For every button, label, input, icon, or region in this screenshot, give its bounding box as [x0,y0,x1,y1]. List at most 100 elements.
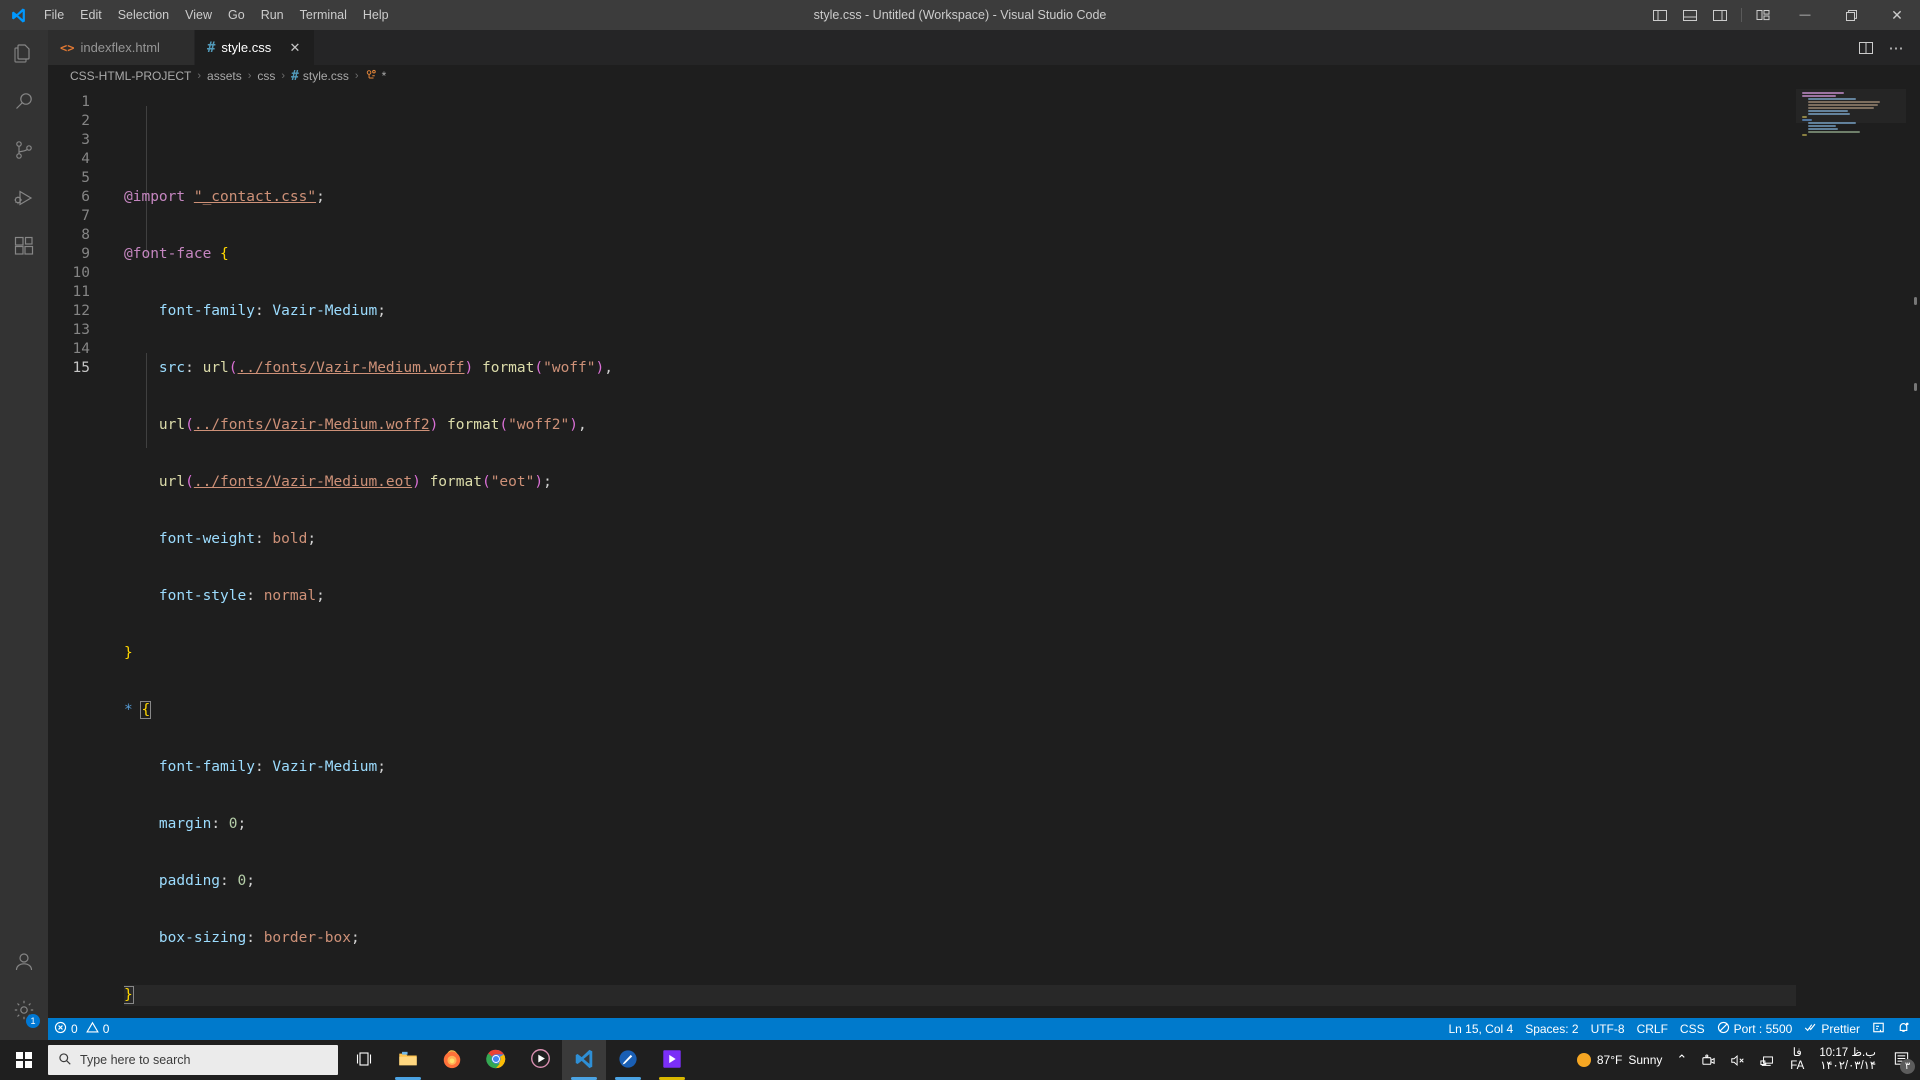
code-line[interactable]: url(../fonts/Vazir-Medium.eot) format("e… [124,473,1796,492]
editor-group: <> indexflex.html ✕ # style.css ✕ ⋯ CSS-… [48,30,1920,1040]
task-view-button[interactable] [342,1040,386,1080]
status-remote-tunnel[interactable] [1866,1018,1891,1040]
tab-style-css[interactable]: # style.css ✕ [194,30,315,65]
toggle-primary-sidebar-icon[interactable] [1647,0,1673,30]
breadcrumb-segment-project[interactable]: CSS-HTML-PROJECT [68,69,193,83]
show-hidden-icons-button[interactable]: ⌃ [1669,1040,1694,1080]
status-editor-position[interactable]: Ln 15, Col 4 [1442,1018,1519,1040]
taskbar-search-input[interactable]: Type here to search [48,1045,338,1075]
status-notifications[interactable] [1891,1018,1916,1040]
editor-vertical-scrollbar[interactable] [1906,87,1920,1018]
folder-icon [397,1048,419,1073]
menu-go[interactable]: Go [220,5,253,25]
customize-layout-icon[interactable] [1750,0,1776,30]
menu-run[interactable]: Run [253,5,292,25]
sidebar-item-run-and-debug[interactable] [0,176,48,224]
code-content[interactable]: @import "_contact.css"; @font-face { fon… [124,87,1796,1018]
minimap-line [1808,125,1836,127]
window-controls[interactable]: — ✕ [1782,0,1920,30]
menu-terminal[interactable]: Terminal [292,5,355,25]
task-view-icon [355,1050,373,1071]
taskbar-firefox[interactable] [430,1040,474,1080]
menu-edit[interactable]: Edit [72,5,110,25]
indent-guide [146,106,147,258]
line-number: 12 [72,303,90,319]
weather-widget[interactable]: 87°F Sunny [1570,1040,1670,1080]
status-live-server-port[interactable]: Port : 5500 [1711,1018,1799,1040]
start-button[interactable] [0,1040,48,1080]
fold-gutter[interactable] [110,87,124,1018]
line-number: 10 [72,265,90,281]
taskbar-visual-studio-code[interactable] [562,1040,606,1080]
action-center-button[interactable]: ۳ [1884,1040,1918,1080]
taskbar-video-editor[interactable] [650,1040,694,1080]
status-problems[interactable]: 0 0 [48,1018,115,1040]
menu-view[interactable]: View [177,5,220,25]
code-line[interactable]: font-style: normal; [124,587,1796,606]
code-line-active[interactable]: } [124,985,1796,1006]
breadcrumb-segment-css[interactable]: css [255,69,277,83]
toggle-secondary-sidebar-icon[interactable] [1707,0,1733,30]
code-line[interactable]: @font-face { [124,245,1796,264]
status-indentation[interactable]: Spaces: 2 [1519,1018,1584,1040]
windows-logo-icon [16,1052,32,1068]
manage-settings-button[interactable]: 1 [0,988,48,1036]
breadcrumb-segment-file[interactable]: # style.css [289,69,351,84]
status-encoding[interactable]: UTF-8 [1585,1018,1631,1040]
ellipsis-icon[interactable]: ⋯ [1882,34,1910,62]
language-code: FA [1790,1060,1805,1072]
close-button[interactable]: ✕ [1874,0,1920,30]
menu-selection[interactable]: Selection [110,5,177,25]
menu-file[interactable]: File [36,5,72,25]
toggle-panel-icon[interactable] [1677,0,1703,30]
code-line[interactable]: margin: 0; [124,815,1796,834]
vscode-icon [573,1048,595,1073]
camera-tray-icon[interactable] [1694,1040,1723,1080]
menu-bar[interactable]: File Edit Selection View Go Run Terminal… [36,5,397,25]
tab-indexflex-html[interactable]: <> indexflex.html ✕ [48,30,195,65]
sidebar-item-extensions[interactable] [0,224,48,272]
taskbar-file-explorer[interactable] [386,1040,430,1080]
volume-muted-icon[interactable] [1723,1040,1753,1080]
code-line[interactable]: src: url(../fonts/Vazir-Medium.woff) for… [124,359,1796,378]
code-line[interactable]: font-weight: bold; [124,530,1796,549]
minimap[interactable] [1796,87,1906,1018]
breadcrumb-segment-symbol[interactable]: * [363,68,389,84]
network-icon[interactable] [1753,1040,1783,1080]
files-icon [12,42,36,71]
tab-close-icon[interactable]: ✕ [286,39,304,57]
status-prettier[interactable]: Prettier [1798,1018,1866,1040]
sidebar-item-source-control[interactable] [0,128,48,176]
code-line[interactable]: * { [124,701,1796,720]
code-line[interactable]: } [124,644,1796,663]
status-language-mode[interactable]: CSS [1674,1018,1711,1040]
editor-tabs: <> indexflex.html ✕ # style.css ✕ ⋯ [48,30,1920,65]
code-editor[interactable]: 1 2 3 4 5 6 7 8 9 10 11 12 13 14 15 @imp… [48,87,1920,1018]
taskbar-sketch-app[interactable] [606,1040,650,1080]
warning-icon [85,1021,99,1037]
code-line[interactable]: font-family: Vazir-Medium; [124,302,1796,321]
breadcrumb-separator: › [197,70,202,82]
clock-widget[interactable]: 10:17 ب.ظ ۱۴۰۲/۰۳/۱۴ [1811,1040,1884,1080]
minimap-slider[interactable] [1796,89,1906,123]
code-line[interactable]: url(../fonts/Vazir-Medium.woff2) format(… [124,416,1796,435]
status-eol[interactable]: CRLF [1631,1018,1674,1040]
language-indicator[interactable]: فا FA [1783,1040,1811,1080]
code-line[interactable]: @import "_contact.css"; [124,188,1796,207]
taskbar-google-chrome[interactable] [474,1040,518,1080]
maximize-button[interactable] [1828,0,1874,30]
line-number: 3 [81,132,90,148]
code-line[interactable]: box-sizing: border-box; [124,929,1796,948]
code-line[interactable]: font-family: Vazir-Medium; [124,758,1796,777]
code-line[interactable]: padding: 0; [124,872,1796,891]
breadcrumb-segment-assets[interactable]: assets [205,69,244,83]
line-number-active: 15 [72,360,90,376]
sidebar-item-search[interactable] [0,80,48,128]
menu-help[interactable]: Help [355,5,397,25]
accounts-button[interactable] [0,940,48,988]
sidebar-item-explorer[interactable] [0,32,48,80]
split-editor-icon[interactable] [1852,34,1880,62]
taskbar-media-player[interactable] [518,1040,562,1080]
minimize-button[interactable]: — [1782,0,1828,30]
line-number: 11 [72,284,90,300]
